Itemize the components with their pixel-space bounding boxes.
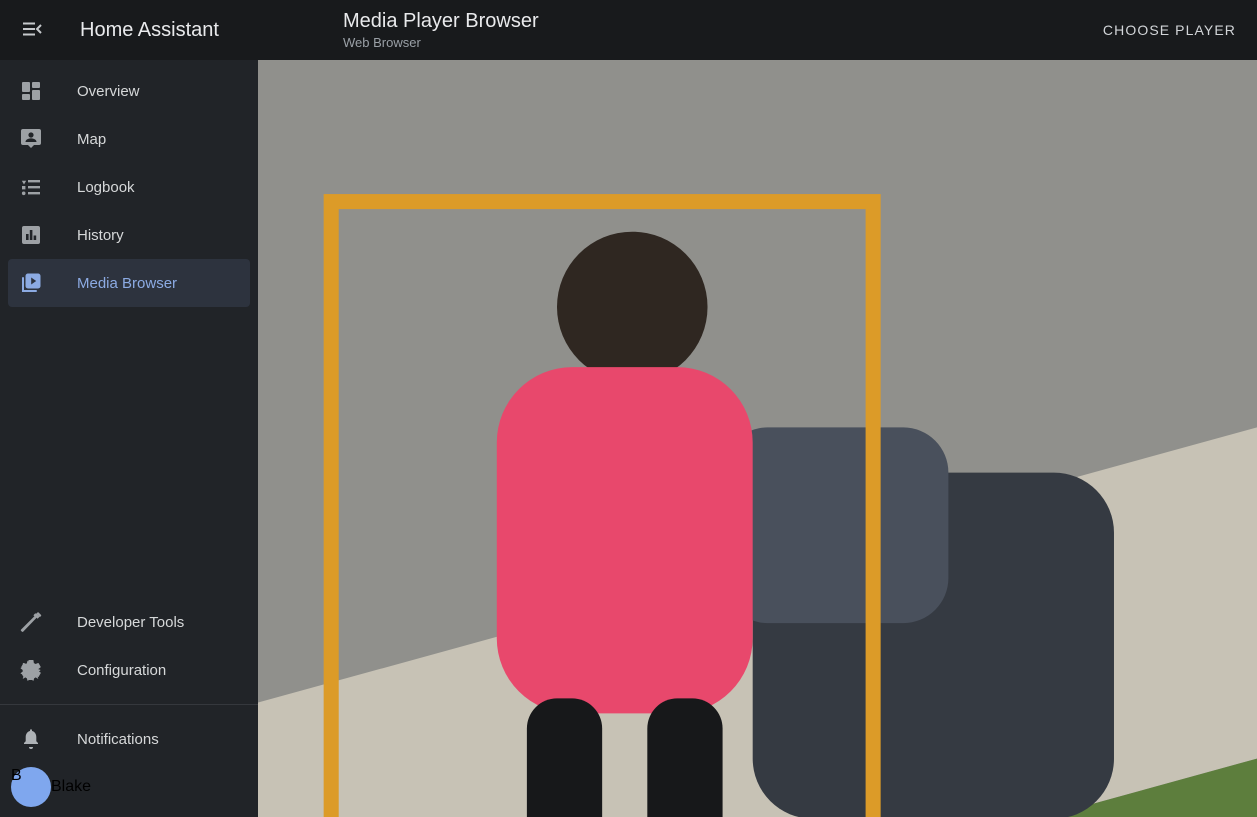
sidebar-item-developer-tools[interactable]: Developer Tools xyxy=(8,598,250,646)
sidebar-item-label: Logbook xyxy=(77,179,135,196)
media-player-header: Media Player Browser Web Browser xyxy=(343,9,539,50)
menu-open-icon xyxy=(20,17,44,44)
sidebar-item-label: Notifications xyxy=(77,731,159,748)
sidebar-item-overview[interactable]: Overview xyxy=(8,67,250,115)
tooltip-account-icon xyxy=(19,127,43,151)
sidebar-item-map[interactable]: Map xyxy=(8,115,250,163)
page-title: Media Player Browser xyxy=(343,9,539,33)
list-bulleted-icon xyxy=(19,175,43,199)
gear-icon xyxy=(19,658,43,682)
sidebar-item-label: Developer Tools xyxy=(77,614,184,631)
hammer-icon xyxy=(19,610,43,634)
sidebar-nav: Overview Map xyxy=(0,60,258,307)
view-dashboard-icon xyxy=(19,79,43,103)
sidebar-toggle-button[interactable] xyxy=(18,16,46,44)
sidebar-item-history[interactable]: History xyxy=(8,211,250,259)
sidebar-item-media-browser[interactable]: Media Browser xyxy=(8,259,250,307)
sidebar-item-label: Media Browser xyxy=(77,275,177,292)
bell-icon xyxy=(19,727,43,751)
sidebar-item-notifications[interactable]: Notifications xyxy=(8,715,250,763)
sidebar-spacer xyxy=(0,307,258,598)
sidebar-item-label: History xyxy=(77,227,124,244)
chart-box-icon xyxy=(19,223,43,247)
sidebar-item-label: Configuration xyxy=(77,662,166,679)
avatar: B xyxy=(11,767,51,807)
sidebar-item-configuration[interactable]: Configuration xyxy=(8,646,250,694)
choose-player-button[interactable]: CHOOSE PLAYER xyxy=(1095,14,1244,46)
home-assistant-app: Home Assistant Media Player Browser Web … xyxy=(0,0,1257,817)
sidebar: Overview Map xyxy=(0,60,258,817)
user-profile[interactable]: B Blake xyxy=(8,763,250,811)
user-name: Blake xyxy=(51,778,91,796)
app-title: Home Assistant xyxy=(80,19,219,42)
media-browser-icon xyxy=(19,271,43,295)
topbar: Home Assistant Media Player Browser Web … xyxy=(0,0,1257,60)
sidebar-item-label: Map xyxy=(77,131,106,148)
sidebar-divider xyxy=(0,704,258,705)
sidebar-item-logbook[interactable]: Logbook xyxy=(8,163,250,211)
sidebar-item-label: Overview xyxy=(77,83,140,100)
page-subtitle: Web Browser xyxy=(343,35,539,50)
